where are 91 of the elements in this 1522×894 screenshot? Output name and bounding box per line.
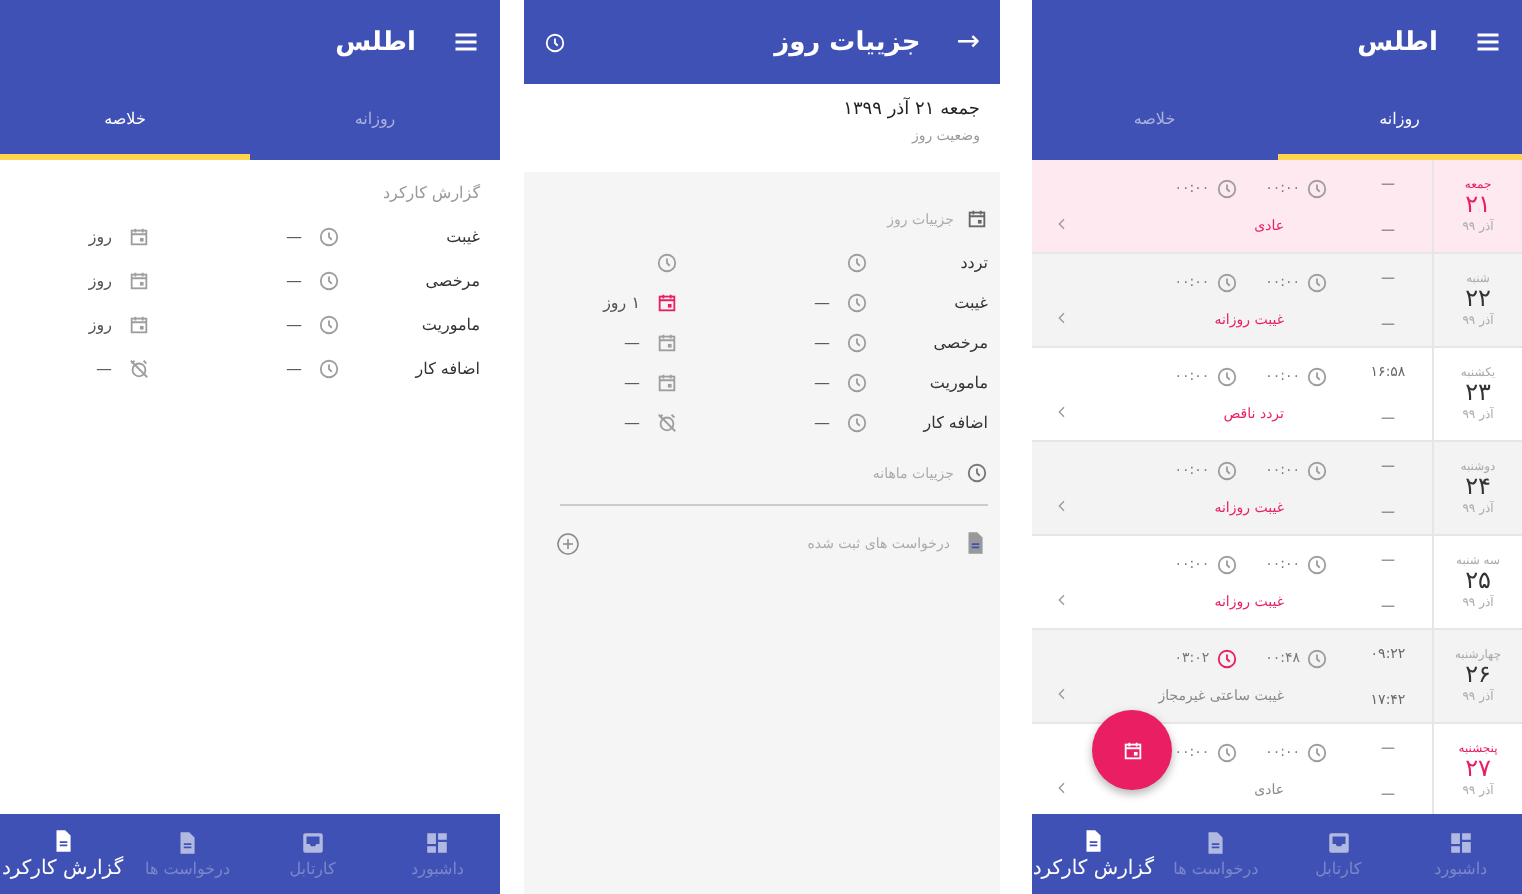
days-value: — (96, 359, 112, 377)
inbox-icon (299, 830, 326, 856)
back-arrow-icon[interactable]: → (956, 26, 980, 58)
clock-icon (1306, 177, 1328, 200)
section-title: گزارش کارکرد (380, 182, 482, 206)
clock-icon (1306, 365, 1328, 388)
alarm-off-icon (128, 357, 150, 379)
day-number: ۲۱ (1465, 192, 1491, 219)
calendar-icon (656, 291, 678, 313)
app-title: اطلس (1357, 27, 1438, 57)
clock-icon (1215, 741, 1238, 764)
day-number: ۲۷ (1465, 756, 1491, 783)
chevron-icon (1054, 404, 1070, 420)
hours-value: — (814, 373, 830, 391)
dashboard-icon (424, 830, 451, 856)
days-value: ۱ روز (603, 293, 640, 311)
chevron-icon (1054, 780, 1070, 796)
row-label: غیبت (952, 293, 988, 311)
chevron-icon (1054, 686, 1070, 702)
calendar-icon (128, 313, 150, 335)
day-number: ۲۳ (1465, 380, 1491, 407)
hours-value: — (286, 359, 302, 377)
clock-icon (846, 371, 868, 393)
inbox-icon (1325, 830, 1352, 856)
days-value: روز (88, 315, 112, 333)
clock-icon (1215, 365, 1238, 388)
days-value: — (624, 333, 640, 351)
hours-value: — (286, 271, 302, 289)
screen-title: جزییات روز (774, 27, 921, 57)
row-label: اضافه کار (920, 413, 988, 431)
calendar-icon (656, 331, 678, 353)
clock-icon (1306, 553, 1328, 576)
clock-icon (318, 225, 340, 247)
clock-icon (966, 462, 988, 484)
calendar-icon (656, 371, 678, 393)
nav-item[interactable]: گزارش کارکرد (0, 814, 125, 894)
day-number: ۲۶ (1465, 662, 1491, 689)
row-label: ماموریت (419, 315, 480, 333)
clock-icon (656, 251, 678, 273)
days-value: — (624, 373, 640, 391)
calendar-icon (966, 208, 988, 230)
clock-icon (1215, 271, 1238, 294)
day-number: ۲۴ (1465, 474, 1491, 501)
row-label: تردد (958, 253, 988, 271)
clock-icon (1215, 647, 1238, 670)
row-label: مرخصی (423, 271, 480, 289)
clock-icon (1306, 741, 1328, 764)
clock-icon (318, 269, 340, 291)
clock-icon (318, 357, 340, 379)
clock-icon (846, 251, 868, 273)
calendar-icon (128, 225, 150, 247)
clock-icon (1306, 647, 1328, 670)
clock-icon (318, 313, 340, 335)
alarm-off-icon (656, 411, 678, 433)
day-number: ۲۵ (1465, 568, 1491, 595)
clock-icon (846, 411, 868, 433)
app-title: اطلس (335, 27, 416, 57)
calendar-icon (128, 269, 150, 291)
row-label: اضافه کار (412, 359, 480, 377)
menu-icon[interactable] (452, 28, 480, 56)
row-label: مرخصی (931, 333, 988, 351)
hours-value: — (286, 315, 302, 333)
clock-icon (1215, 459, 1238, 482)
days-value: روز (88, 271, 112, 289)
hours-value: — (814, 413, 830, 431)
dashboard-icon (1447, 830, 1474, 856)
hours-value: — (814, 333, 830, 351)
chevron-icon (1054, 498, 1070, 514)
nav-item[interactable]: گزارش کارکرد (1032, 814, 1155, 894)
days-value: — (624, 413, 640, 431)
hours-value: — (814, 293, 830, 311)
day-number: ۲۲ (1465, 286, 1491, 313)
calendar-icon (1121, 739, 1143, 761)
chevron-icon (1054, 310, 1070, 326)
tab[interactable]: خلاصه (0, 84, 250, 160)
add-icon[interactable] (556, 531, 580, 555)
chevron-icon (1054, 216, 1070, 232)
days-value: روز (88, 227, 112, 245)
menu-icon[interactable] (1474, 28, 1502, 56)
row-label: ماموریت (927, 373, 988, 391)
clock-icon (1215, 177, 1238, 200)
clock-icon (1306, 459, 1328, 482)
clock-icon (846, 291, 868, 313)
hours-value: — (286, 227, 302, 245)
clock-icon (1215, 553, 1238, 576)
clock-button-icon (544, 31, 566, 53)
chevron-icon (1054, 592, 1070, 608)
clock-icon (1306, 271, 1328, 294)
row-label: غیبت (444, 227, 480, 245)
clock-icon (846, 331, 868, 353)
date-text: جمعه ۲۱ آذر ۱۳۹۹ (841, 100, 980, 120)
